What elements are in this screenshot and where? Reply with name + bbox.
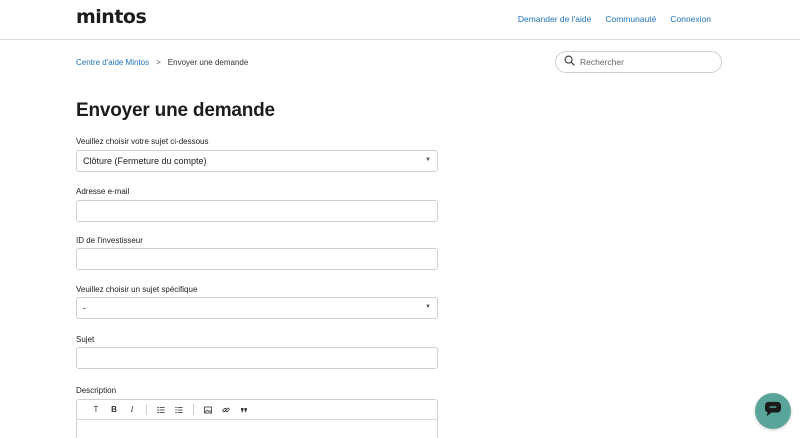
image-icon[interactable]	[199, 402, 217, 418]
subject-select[interactable]: Clôture (Fermeture du compte) ▼	[76, 150, 438, 172]
chevron-down-icon: ▼	[425, 157, 431, 163]
italic-button[interactable]: I	[123, 402, 141, 418]
breadcrumb-home-link[interactable]: Centre d'aide Mintos	[76, 58, 149, 67]
specific-subject-label: Veuillez choisir un sujet spécifique	[76, 285, 198, 294]
search-input[interactable]	[580, 57, 710, 67]
mintos-logo[interactable]: mintos	[76, 6, 147, 28]
subject-select-label: Veuillez choisir votre sujet ci-dessous	[76, 137, 209, 146]
nav-link-community[interactable]: Communauté	[605, 14, 656, 24]
investor-id-label: ID de l'investisseur	[76, 236, 143, 245]
text-style-button[interactable]: T	[87, 402, 105, 418]
subject-label: Sujet	[76, 335, 95, 344]
header: mintos Demander de l'aide Communauté Con…	[0, 0, 800, 40]
search-box[interactable]	[555, 51, 722, 73]
breadcrumb-current: Envoyer une demande	[167, 58, 249, 67]
bulleted-list-icon[interactable]	[152, 402, 170, 418]
nav-link-ask-help[interactable]: Demander de l'aide	[518, 14, 591, 24]
chat-icon	[764, 401, 782, 422]
editor-toolbar: T B I	[77, 400, 437, 420]
chat-button[interactable]	[755, 393, 791, 429]
page-title: Envoyer une demande	[76, 100, 275, 121]
numbered-list-icon[interactable]	[170, 402, 188, 418]
toolbar-divider	[146, 404, 147, 415]
email-field[interactable]	[76, 200, 438, 222]
email-label: Adresse e-mail	[76, 187, 130, 196]
description-label: Description	[76, 386, 117, 395]
specific-subject-select[interactable]: - ▼	[76, 297, 438, 319]
chevron-down-icon: ▼	[425, 304, 431, 310]
description-editor[interactable]: T B I	[76, 399, 438, 438]
investor-id-field[interactable]	[76, 248, 438, 270]
breadcrumb: Centre d'aide Mintos > Envoyer une deman…	[76, 58, 248, 67]
toolbar-divider	[193, 404, 194, 415]
quote-icon[interactable]	[235, 402, 253, 418]
nav-link-login[interactable]: Connexion	[670, 14, 711, 24]
specific-subject-value: -	[83, 303, 86, 313]
link-icon[interactable]	[217, 402, 235, 418]
search-icon	[564, 53, 575, 71]
top-nav: Demander de l'aide Communauté Connexion	[518, 14, 711, 24]
subject-field[interactable]	[76, 347, 438, 369]
breadcrumb-separator: >	[156, 58, 161, 67]
bold-button[interactable]: B	[105, 402, 123, 418]
subject-select-value: Clôture (Fermeture du compte)	[83, 156, 207, 166]
